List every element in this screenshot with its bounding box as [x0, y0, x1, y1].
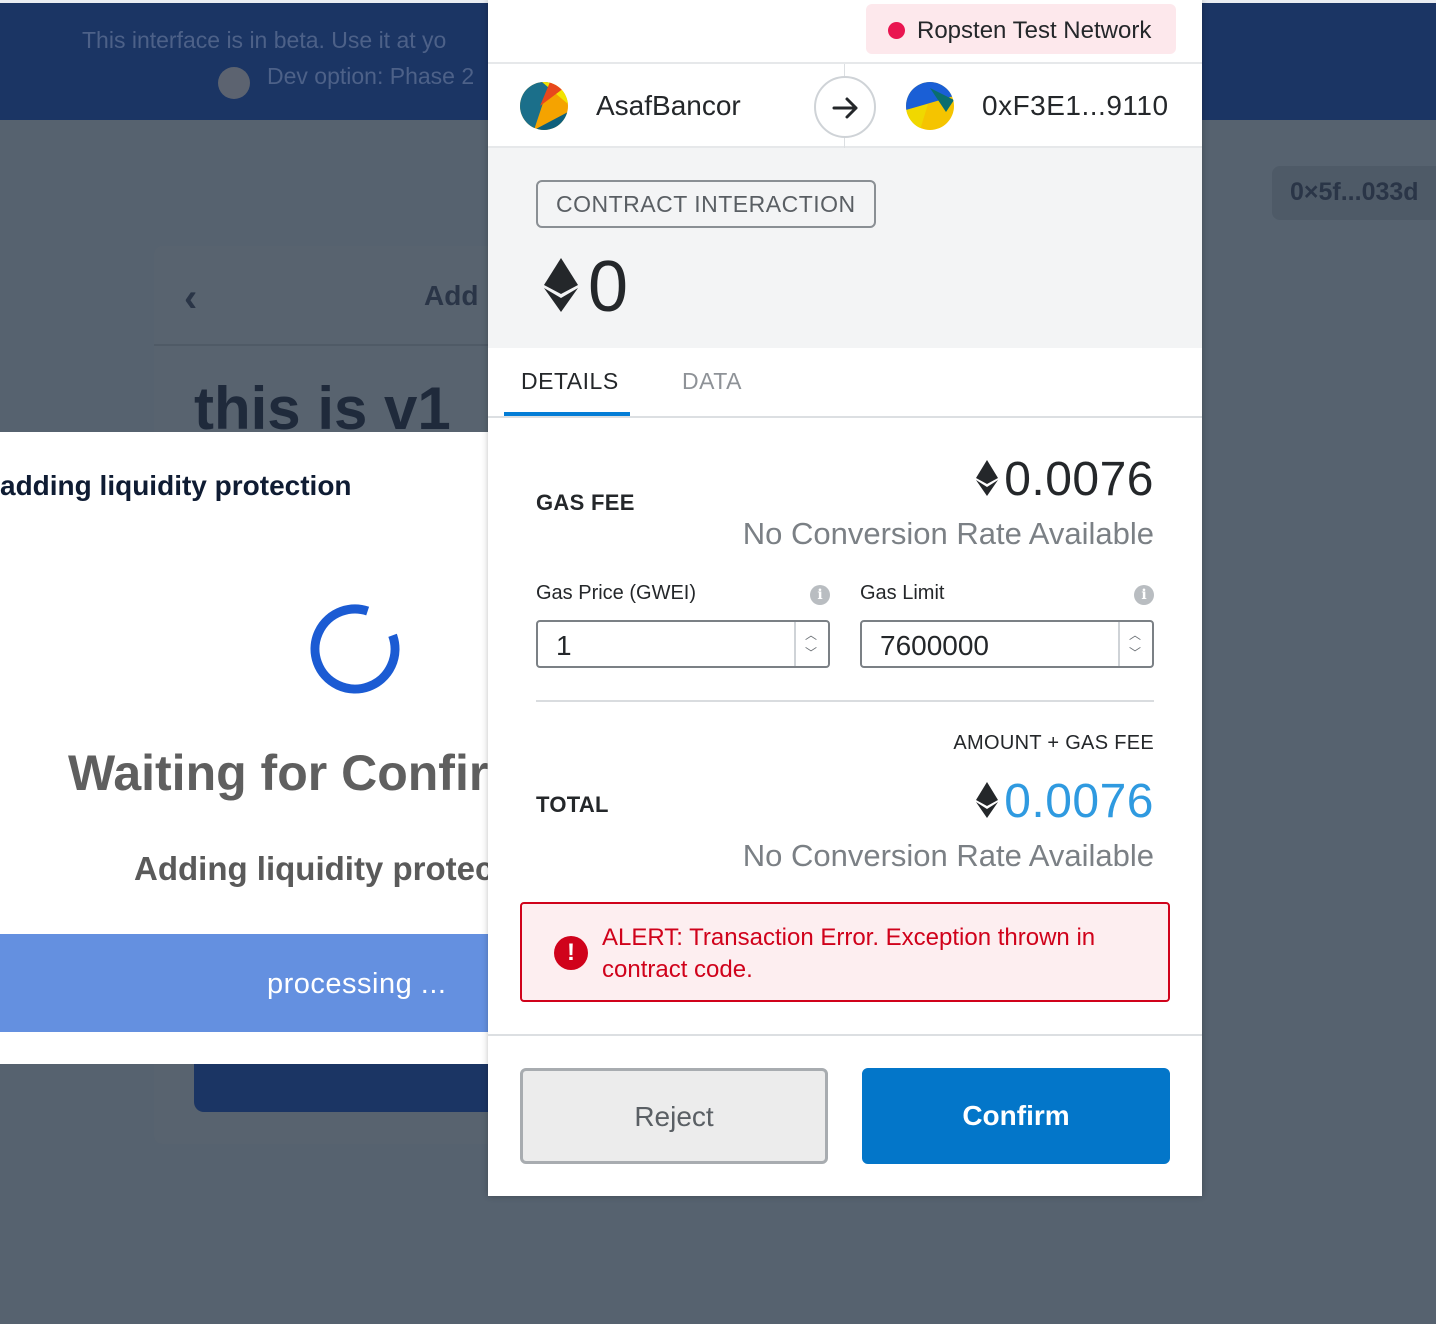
gas-price-label: Gas Price (GWEI) — [536, 582, 697, 604]
transaction-error-alert: ! ALERT: Transaction Error. Exception th… — [520, 902, 1170, 1002]
waiting-subtext: Adding liquidity protection — [134, 850, 500, 887]
info-icon[interactable]: i — [810, 585, 830, 605]
beta-banner-text: This interface is in beta. Use it at yo — [82, 27, 447, 53]
sender-recipient: AsafBancor 0xF3E1...9110 — [488, 62, 1202, 148]
metamask-confirm-popup: Ropsten Test Network AsafBancor 0xF3E1..… — [488, 0, 1202, 1196]
section-divider — [536, 700, 1154, 702]
ethereum-icon — [544, 258, 578, 312]
gas-limit-stepper[interactable]: ︿ ﹀ — [1118, 622, 1152, 666]
to-account-address: 0xF3E1...9110 — [982, 90, 1169, 121]
chevron-down-icon[interactable]: ﹀ — [805, 644, 817, 661]
waiting-confirmation-modal: adding liquidity protection Waiting for … — [0, 432, 500, 1064]
dev-option-label: Dev option: Phase 2 — [267, 63, 475, 89]
gas-price-stepper[interactable]: ︿ ﹀ — [794, 622, 828, 666]
total-value: 0.0076 — [1004, 775, 1154, 828]
gas-fee-label: GAS FEE — [536, 490, 635, 515]
network-name: Ropsten Test Network — [917, 17, 1152, 44]
network-indicator[interactable]: Ropsten Test Network — [866, 4, 1176, 54]
account-address-chip[interactable]: 0×5f...033d — [1272, 166, 1436, 220]
tab-details[interactable]: DETAILS — [521, 368, 619, 395]
gas-limit-value: 7600000 — [880, 630, 990, 661]
ethereum-icon — [976, 782, 998, 818]
tab-bar: DETAILS DATA — [488, 348, 1202, 418]
arrow-right-icon — [814, 76, 876, 138]
reject-button[interactable]: Reject — [520, 1068, 828, 1164]
tab-data[interactable]: DATA — [682, 368, 742, 395]
modal-title: adding liquidity protection — [0, 470, 352, 501]
gas-fee-value: 0.0076 — [1004, 453, 1154, 506]
gas-limit-input[interactable]: 7600000 ︿ ﹀ — [860, 620, 1154, 668]
to-account-avatar — [906, 82, 954, 130]
transaction-amount: 0 — [588, 247, 629, 327]
gas-fee-conversion: No Conversion Rate Available — [742, 516, 1154, 551]
card-title: Add l — [424, 280, 494, 311]
amount-plus-gas-label: AMOUNT + GAS FEE — [953, 732, 1154, 754]
dev-option-toggle[interactable] — [218, 67, 250, 99]
chevron-up-icon[interactable]: ︿ — [1129, 626, 1141, 643]
from-account-name: AsafBancor — [596, 90, 741, 121]
processing-label: processing ... — [267, 968, 447, 1000]
ethereum-icon — [976, 460, 998, 496]
info-icon[interactable]: i — [1134, 585, 1154, 605]
gas-price-input[interactable]: 1 ︿ ﹀ — [536, 620, 830, 668]
footer-divider — [488, 1034, 1202, 1036]
back-icon[interactable]: ‹ — [184, 276, 197, 321]
alert-message: ALERT: Transaction Error. Exception thro… — [602, 924, 1096, 983]
transaction-summary: CONTRACT INTERACTION 0 — [488, 148, 1202, 348]
from-account-avatar — [520, 82, 568, 130]
exclamation-icon: ! — [554, 936, 588, 970]
chevron-up-icon[interactable]: ︿ — [805, 626, 817, 643]
confirm-button[interactable]: Confirm — [862, 1068, 1170, 1164]
chevron-down-icon[interactable]: ﹀ — [1129, 644, 1141, 661]
waiting-heading: Waiting for Confirmation — [68, 745, 500, 801]
network-status-dot-icon — [888, 22, 905, 39]
gas-price-value: 1 — [556, 630, 572, 661]
gas-limit-label: Gas Limit — [860, 582, 945, 604]
loading-spinner-icon — [310, 604, 400, 694]
total-label: TOTAL — [536, 792, 609, 817]
active-tab-indicator — [504, 412, 630, 416]
processing-button: processing ... — [0, 934, 500, 1032]
contract-interaction-badge: CONTRACT INTERACTION — [536, 180, 876, 228]
total-conversion: No Conversion Rate Available — [742, 838, 1154, 873]
